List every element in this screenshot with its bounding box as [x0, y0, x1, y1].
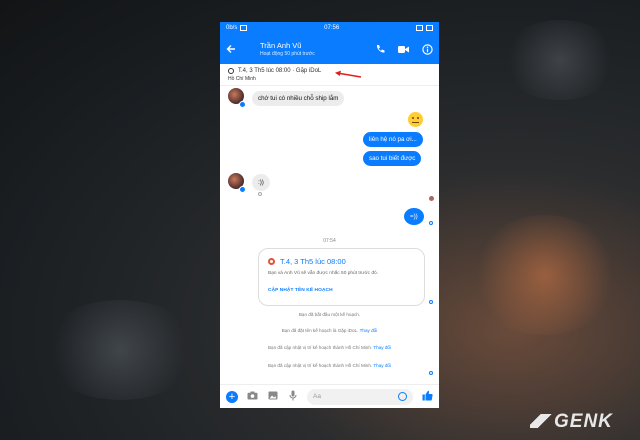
microphone-icon[interactable] [287, 390, 298, 404]
message-bubble-outgoing[interactable]: sao tui biết được [363, 151, 422, 166]
thinking-emoji-icon[interactable] [408, 112, 423, 127]
pinned-plan-location: Hồ Chí Minh [228, 76, 256, 82]
genk-watermark-logo: GENK [530, 411, 613, 433]
background-glow [500, 20, 620, 100]
contact-status: Hoạt động 50 phút trước [260, 51, 315, 57]
change-link[interactable]: Thay đổi [360, 328, 378, 333]
image-icon [240, 25, 248, 31]
back-arrow-icon[interactable] [226, 41, 244, 57]
pinned-plan-banner[interactable]: T.4, 3 Th5 lúc 08:00 · Gặp iDoL Hồ Chí M… [220, 64, 439, 86]
messenger-badge-icon [239, 101, 246, 108]
info-icon[interactable] [422, 43, 433, 55]
network-speed: 0b/s [226, 25, 238, 31]
battery-icon [425, 25, 433, 31]
system-message: Bạn đã bắt đầu một kế hoạch. [220, 312, 439, 317]
plan-card-description: Bạn và Anh Vũ sẽ vẫn được nhắc 50 phút t… [268, 271, 379, 276]
seen-avatar [429, 196, 434, 201]
system-message-text: Bạn đã bắt đầu một kế hoạch. [298, 312, 361, 317]
chat-header: Trần Anh Vũ Hoạt động 50 phút trước [220, 34, 439, 64]
phone-icon[interactable] [375, 44, 385, 54]
message-composer: + Aa [220, 384, 439, 408]
like-icon[interactable] [422, 390, 433, 404]
plus-icon[interactable]: + [226, 390, 238, 403]
annotation-arrow-icon [335, 70, 362, 78]
message-bubble-incoming[interactable]: :)) [252, 174, 270, 191]
camera-icon[interactable] [247, 391, 258, 403]
messenger-badge-icon [239, 186, 246, 193]
phone-screen: 0b/s 07:56 Trần Anh Vũ Hoạt động 50 phút… [220, 22, 439, 408]
genk-logo-icon [530, 414, 552, 428]
watermark-text: GENK [554, 411, 613, 432]
message-bubble-outgoing[interactable]: liên hệ nó pa ơi... [363, 132, 423, 147]
signal-icon [415, 25, 423, 31]
message-input-placeholder: Aa [313, 393, 321, 400]
reaction-icon[interactable] [258, 192, 262, 196]
system-message-text: Bạn đã cập nhật vị trí kế hoạch thành Hồ… [267, 345, 373, 350]
message-bubble-outgoing[interactable]: =)) [404, 208, 424, 225]
background-glow [470, 215, 620, 335]
change-link[interactable]: Thay đổi [373, 345, 391, 350]
time-separator: 07:54 [323, 238, 336, 244]
sent-check-icon [429, 300, 433, 304]
change-link[interactable]: Thay đổi [373, 363, 391, 368]
status-time: 07:56 [324, 25, 340, 31]
calendar-icon [268, 258, 275, 265]
system-message-text: Bạn đã đặt tên kế hoạch là Gặp iDoL. [281, 328, 359, 333]
sent-check-icon [429, 371, 433, 375]
system-message: Bạn đã cập nhật vị trí kế hoạch thành Hồ… [220, 345, 439, 350]
plan-card-title: T.4, 3 Th5 lúc 08:00 [280, 257, 346, 266]
message-bubble-incoming[interactable]: chớ tui có nhiều chỗ ship lắm [252, 91, 345, 106]
video-icon[interactable] [398, 45, 409, 54]
clock-icon [228, 68, 234, 74]
system-message: Bạn đã đặt tên kế hoạch là Gặp iDoL. Tha… [220, 328, 439, 333]
update-plan-name-button[interactable]: CẬP NHẬT TÊN KẾ HOẠCH [268, 288, 415, 293]
message-input[interactable]: Aa [307, 388, 413, 405]
plan-card[interactable]: T.4, 3 Th5 lúc 08:00 Bạn và Anh Vũ sẽ vẫ… [258, 248, 425, 306]
emoji-icon[interactable] [398, 392, 407, 401]
pinned-plan-text: T.4, 3 Th5 lúc 08:00 · Gặp iDoL [238, 68, 322, 74]
system-message-text: Bạn đã cập nhật vị trí kế hoạch thành Hồ… [267, 363, 373, 368]
sent-check-icon [429, 221, 433, 225]
status-bar: 0b/s 07:56 [220, 22, 439, 34]
contact-name[interactable]: Trần Anh Vũ [260, 41, 375, 50]
background-glow [40, 300, 200, 400]
system-message: Bạn đã cập nhật vị trí kế hoạch thành Hồ… [220, 363, 439, 368]
image-icon[interactable] [267, 391, 278, 403]
